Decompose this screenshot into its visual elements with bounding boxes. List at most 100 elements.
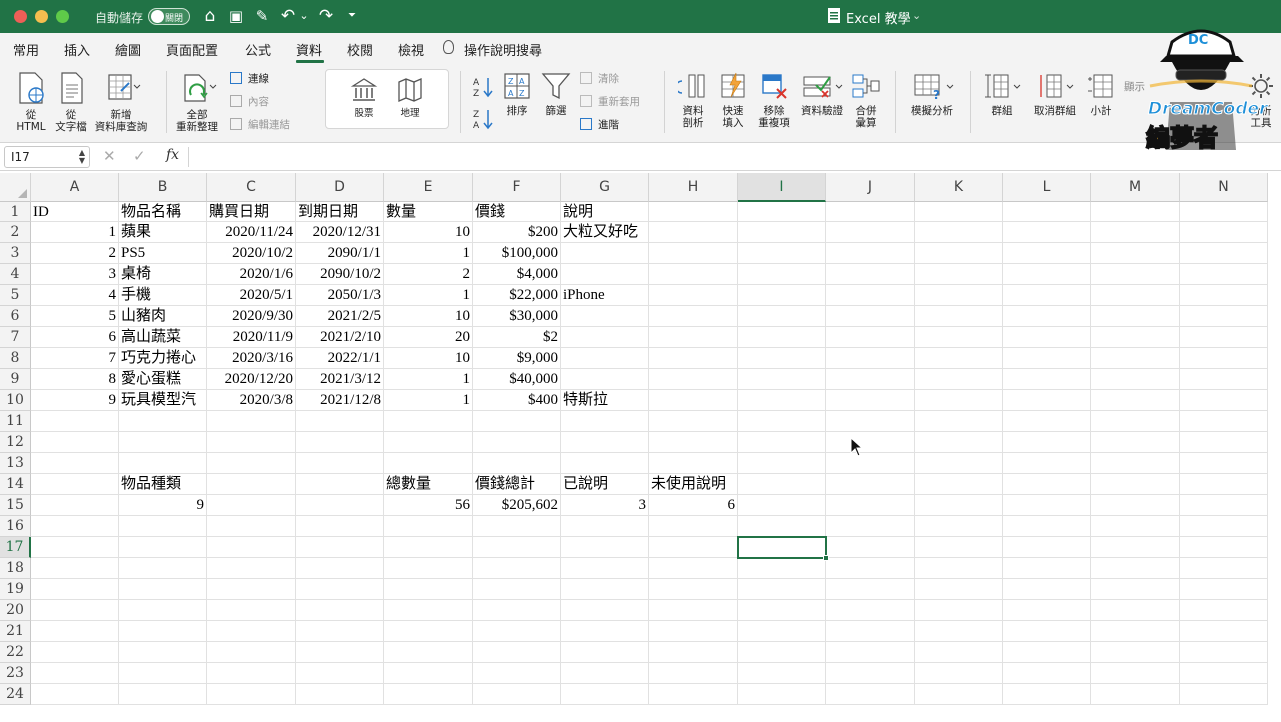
cell-f15[interactable]: $205,602	[473, 495, 561, 516]
cell-f18[interactable]	[473, 558, 561, 579]
cell-k11[interactable]	[915, 411, 1003, 432]
cell-n21[interactable]	[1180, 621, 1268, 642]
cell-n12[interactable]	[1180, 432, 1268, 453]
cell-j21[interactable]	[826, 621, 915, 642]
cell-a16[interactable]	[31, 516, 119, 537]
cell-m17[interactable]	[1091, 537, 1180, 558]
cancel-edit-icon[interactable]: ✕	[103, 147, 116, 165]
advanced-filter-button[interactable]: 進階	[580, 117, 619, 133]
cell-e10[interactable]: 1	[384, 390, 473, 411]
row-header-15[interactable]: 15	[0, 495, 31, 516]
cell-e4[interactable]: 2	[384, 264, 473, 285]
cell-c19[interactable]	[207, 579, 296, 600]
cell-k14[interactable]	[915, 474, 1003, 495]
cell-l24[interactable]	[1003, 684, 1091, 705]
undo-menu-icon[interactable]: ⌄	[298, 6, 310, 26]
cell-d10[interactable]: 2021/12/8	[296, 390, 384, 411]
row-header-10[interactable]: 10	[0, 390, 31, 411]
cell-l5[interactable]	[1003, 285, 1091, 306]
cell-f8[interactable]: $9,000	[473, 348, 561, 369]
cell-m18[interactable]	[1091, 558, 1180, 579]
cell-m20[interactable]	[1091, 600, 1180, 621]
cell-l23[interactable]	[1003, 663, 1091, 684]
cell-n6[interactable]	[1180, 306, 1268, 327]
cell-e19[interactable]	[384, 579, 473, 600]
cell-d21[interactable]	[296, 621, 384, 642]
cell-h6[interactable]	[649, 306, 738, 327]
cell-h3[interactable]	[649, 243, 738, 264]
cell-h16[interactable]	[649, 516, 738, 537]
cell-e18[interactable]	[384, 558, 473, 579]
cell-b19[interactable]	[119, 579, 207, 600]
cell-e24[interactable]	[384, 684, 473, 705]
cell-j6[interactable]	[826, 306, 915, 327]
cell-f17[interactable]	[473, 537, 561, 558]
cell-c15[interactable]	[207, 495, 296, 516]
row-header-20[interactable]: 20	[0, 600, 31, 621]
cell-a19[interactable]	[31, 579, 119, 600]
cell-i2[interactable]	[738, 222, 826, 243]
cell-j23[interactable]	[826, 663, 915, 684]
cell-m14[interactable]	[1091, 474, 1180, 495]
cell-c16[interactable]	[207, 516, 296, 537]
cell-f23[interactable]	[473, 663, 561, 684]
flash-fill-button[interactable]: 快速 填入	[714, 71, 752, 129]
cell-k17[interactable]	[915, 537, 1003, 558]
cell-d20[interactable]	[296, 600, 384, 621]
cell-c12[interactable]	[207, 432, 296, 453]
cell-i13[interactable]	[738, 453, 826, 474]
cell-g3[interactable]	[561, 243, 649, 264]
cell-m22[interactable]	[1091, 642, 1180, 663]
cell-g10[interactable]: 特斯拉	[561, 390, 649, 411]
column-header-l[interactable]: L	[1003, 173, 1091, 202]
cell-e1[interactable]: 數量	[384, 202, 473, 222]
cell-i12[interactable]	[738, 432, 826, 453]
cell-g14[interactable]: 已說明	[561, 474, 649, 495]
cell-l10[interactable]	[1003, 390, 1091, 411]
cell-m5[interactable]	[1091, 285, 1180, 306]
cell-e21[interactable]	[384, 621, 473, 642]
cell-d17[interactable]	[296, 537, 384, 558]
cell-c23[interactable]	[207, 663, 296, 684]
cell-g13[interactable]	[561, 453, 649, 474]
cell-f24[interactable]	[473, 684, 561, 705]
cell-m13[interactable]	[1091, 453, 1180, 474]
from-text-button[interactable]: 從 文字檔	[52, 71, 90, 133]
cell-e3[interactable]: 1	[384, 243, 473, 264]
cell-a12[interactable]	[31, 432, 119, 453]
tell-me-search[interactable]: 操作說明搜尋	[464, 40, 542, 59]
cell-k2[interactable]	[915, 222, 1003, 243]
redo-icon[interactable]: ↷	[316, 6, 336, 26]
cell-l21[interactable]	[1003, 621, 1091, 642]
cell-a24[interactable]	[31, 684, 119, 705]
cell-i7[interactable]	[738, 327, 826, 348]
cell-c21[interactable]	[207, 621, 296, 642]
cell-b23[interactable]	[119, 663, 207, 684]
row-header-19[interactable]: 19	[0, 579, 31, 600]
cell-e16[interactable]	[384, 516, 473, 537]
row-header-5[interactable]: 5	[0, 285, 31, 306]
cell-m24[interactable]	[1091, 684, 1180, 705]
cell-h9[interactable]	[649, 369, 738, 390]
cell-l14[interactable]	[1003, 474, 1091, 495]
column-header-n[interactable]: N	[1180, 173, 1268, 202]
cell-g21[interactable]	[561, 621, 649, 642]
geography-button[interactable]: 地理	[388, 76, 432, 120]
cell-b20[interactable]	[119, 600, 207, 621]
tab-view[interactable]: 檢視	[398, 40, 424, 59]
fill-handle[interactable]	[823, 555, 829, 561]
cell-g6[interactable]	[561, 306, 649, 327]
cell-g17[interactable]	[561, 537, 649, 558]
cell-l22[interactable]	[1003, 642, 1091, 663]
cell-i22[interactable]	[738, 642, 826, 663]
cell-m12[interactable]	[1091, 432, 1180, 453]
cell-e7[interactable]: 20	[384, 327, 473, 348]
cell-l1[interactable]	[1003, 202, 1091, 222]
cell-f11[interactable]	[473, 411, 561, 432]
cell-i6[interactable]	[738, 306, 826, 327]
cell-m11[interactable]	[1091, 411, 1180, 432]
cell-c18[interactable]	[207, 558, 296, 579]
home-icon[interactable]: ⌂	[200, 6, 220, 26]
tab-review[interactable]: 校閱	[347, 40, 373, 59]
subtotal-button[interactable]: 小計	[1084, 71, 1118, 117]
